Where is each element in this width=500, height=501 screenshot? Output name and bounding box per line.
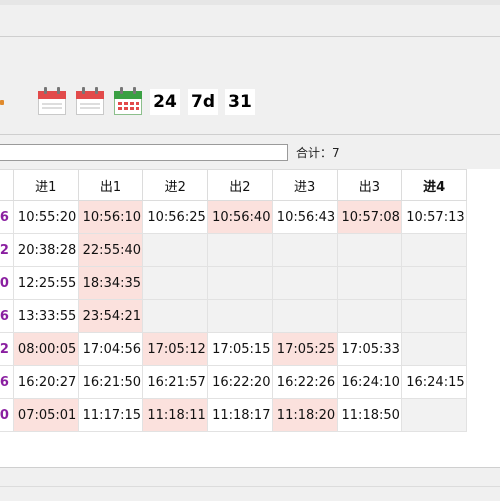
table-row[interactable]: 9:2616:20:2716:21:5016:21:5716:22:2016:2… [0,365,467,399]
time-cell[interactable]: 16:22:26 [271,365,338,399]
time-cell[interactable]: 10:57:13 [401,200,467,234]
status-area [0,467,500,501]
time-cell[interactable]: 10:56:43 [271,200,338,234]
table-row[interactable]: 7:1220:38:2822:55:40 [0,233,467,267]
time-cell[interactable] [401,398,467,432]
time-cell[interactable]: 16:22:20 [207,365,273,399]
time-cell[interactable] [142,299,209,333]
column-header[interactable]: 出2 [207,169,273,201]
time-cell[interactable]: 11:17:15 [77,398,144,432]
calendar-icon[interactable] [38,87,66,115]
time-cell[interactable]: 17:05:33 [336,332,403,366]
top-strip [0,0,500,5]
time-cell[interactable] [336,299,403,333]
time-cell[interactable]: 17:05:12 [142,332,209,366]
column-header[interactable]: 进3 [271,169,338,201]
time-cell[interactable]: 16:21:57 [142,365,209,399]
time-cell[interactable]: 16:20:27 [12,365,79,399]
time-cell[interactable]: 11:18:11 [142,398,209,432]
time-cell[interactable] [142,233,209,267]
column-header[interactable]: 进2 [142,169,209,201]
time-cell[interactable]: 17:04:56 [77,332,144,366]
time-cell[interactable]: 10:57:08 [336,200,403,234]
time-cell[interactable]: 16:24:15 [401,365,467,399]
total-count: 合计：7 [296,146,340,160]
time-cell[interactable]: 10:56:40 [207,200,273,234]
divider [0,486,500,487]
time-cell[interactable]: 11:18:20 [271,398,338,432]
column-header[interactable]: 进1 [12,169,79,201]
time-cell[interactable]: 17:05:15 [207,332,273,366]
table-row[interactable]: 2:5007:05:0111:17:1511:18:1111:18:1711:1… [0,398,467,432]
records-table: 时 进1 出1 进2 出2 进3 出3 进4 4:0610:55:2010:56… [0,169,500,467]
table-row[interactable]: 5:0208:00:0517:04:5617:05:1217:05:1517:0… [0,332,467,366]
time-cell[interactable] [401,332,467,366]
time-cell[interactable]: 10:56:10 [77,200,144,234]
time-cell[interactable]: 11:18:17 [207,398,273,432]
time-cell[interactable] [207,233,273,267]
time-cell[interactable] [401,233,467,267]
duration-cell[interactable]: 7:12 [0,233,14,267]
duration-cell[interactable]: 9:26 [0,365,14,399]
time-cell[interactable]: 18:34:35 [77,266,144,300]
calendar-icon[interactable] [76,87,104,115]
time-cell[interactable] [271,266,338,300]
table-row[interactable]: 3:4012:25:5518:34:35 [0,266,467,300]
time-cell[interactable] [336,233,403,267]
duration-cell[interactable]: 2:50 [0,398,14,432]
time-cell[interactable] [336,266,403,300]
time-cell[interactable]: 16:24:10 [336,365,403,399]
search-bar: 合计：7 [0,134,500,171]
time-cell[interactable]: 10:55:20 [12,200,79,234]
time-cell[interactable]: 13:33:55 [12,299,79,333]
time-cell[interactable] [401,266,467,300]
title-area [0,0,500,37]
time-cell[interactable] [142,266,209,300]
duration-cell[interactable]: 5:02 [0,332,14,366]
table-row[interactable]: 4:0610:55:2010:56:1010:56:2510:56:4010:5… [0,200,467,234]
search-input[interactable] [0,144,288,161]
table-header-row: 时 进1 出1 进2 出2 进3 出3 进4 [0,169,467,201]
time-cell[interactable]: 17:05:25 [271,332,338,366]
column-header[interactable]: 时 [0,169,14,201]
time-cell[interactable]: 22:55:40 [77,233,144,267]
duration-cell[interactable]: 3:40 [0,266,14,300]
range-24-button[interactable]: 24 [150,89,180,115]
range-31-button[interactable]: 31 [225,89,255,115]
duration-cell[interactable]: 4:06 [0,200,14,234]
column-header[interactable]: 出1 [77,169,144,201]
time-cell[interactable] [271,299,338,333]
time-cell[interactable] [271,233,338,267]
time-cell[interactable]: 23:54:21 [77,299,144,333]
time-cell[interactable]: 16:21:50 [77,365,144,399]
time-cell[interactable]: 20:38:28 [12,233,79,267]
column-header[interactable]: 进4 [401,169,467,201]
time-cell[interactable]: 10:56:25 [142,200,209,234]
calendar-month-icon[interactable] [114,87,142,115]
time-cell[interactable] [207,266,273,300]
time-cell[interactable] [207,299,273,333]
time-cell[interactable]: 07:05:01 [12,398,79,432]
duration-cell[interactable]: 0:26 [0,299,14,333]
time-cell[interactable]: 08:00:05 [12,332,79,366]
time-cell[interactable] [401,299,467,333]
time-cell[interactable]: 12:25:55 [12,266,79,300]
column-header[interactable]: 出3 [336,169,403,201]
time-cell[interactable]: 11:18:50 [336,398,403,432]
range-7d-button[interactable]: 7d [188,89,218,115]
table-row[interactable]: 0:2613:33:5523:54:21 [0,299,467,333]
